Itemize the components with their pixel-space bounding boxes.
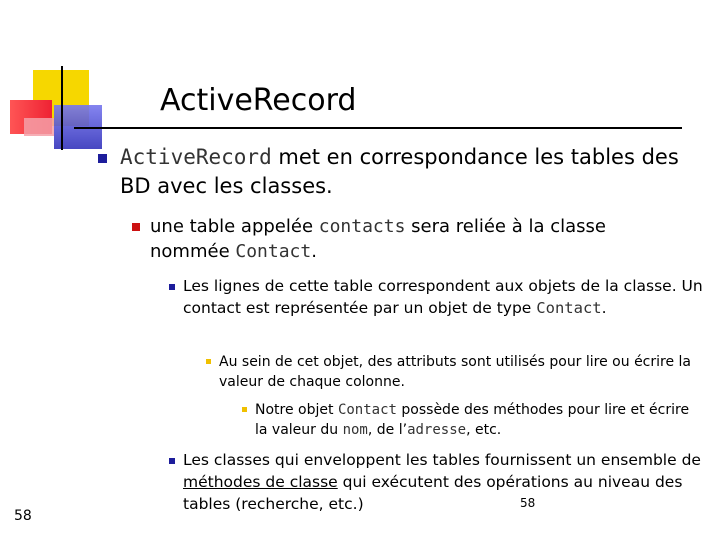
- code-activerecord: ActiveRecord: [120, 145, 272, 169]
- title-underline: [74, 127, 682, 129]
- text-span: .: [601, 299, 607, 317]
- text-span: une table appelée: [150, 216, 319, 237]
- decor-vertical-line: [61, 66, 63, 150]
- code-contact: Contact: [337, 402, 397, 418]
- methodes-de-classe-link[interactable]: méthodes de classe: [183, 473, 338, 491]
- text-span: Notre objet: [255, 402, 338, 418]
- text-span: , etc.: [466, 422, 502, 438]
- bullet-level5-icon: [242, 407, 247, 412]
- bullet-level4-text: Au sein de cet objet, des attributs sont…: [219, 352, 704, 392]
- bullet-level3-icon: [169, 458, 175, 464]
- bullet-level2-icon: [132, 223, 140, 231]
- text-span: , de l’: [367, 422, 408, 438]
- code-contact: Contact: [536, 299, 602, 317]
- decor-pink-square: [24, 118, 54, 136]
- bullet-level1-icon: [98, 154, 107, 163]
- page-number: 58: [14, 508, 32, 524]
- code-contact: Contact: [235, 241, 312, 262]
- bullet-level3-text-rows: Les lignes de cette table correspondent …: [183, 275, 703, 319]
- text-span: Au sein de cet objet, des attributs sont…: [219, 354, 692, 390]
- page-number-overlay: 58: [520, 496, 536, 510]
- text-span: Les classes qui enveloppent les tables f…: [183, 451, 701, 469]
- code-nom: nom: [342, 422, 368, 438]
- code-contacts: contacts: [318, 216, 406, 237]
- bullet-level1-text: ActiveRecord met en correspondance les t…: [120, 143, 695, 201]
- bullet-level4-icon: [206, 359, 211, 364]
- code-adresse: adresse: [407, 422, 467, 438]
- text-span: Les lignes de cette table correspondent …: [183, 277, 703, 317]
- bullet-level3-icon: [169, 284, 175, 290]
- text-span: .: [311, 241, 317, 262]
- slide-title: ActiveRecord: [160, 83, 357, 118]
- bullet-level5-text: Notre objet Contact possède des méthodes…: [255, 400, 695, 440]
- bullet-level2-text: une table appelée contacts sera reliée à…: [150, 214, 690, 264]
- bullet-level3-text-classes: Les classes qui enveloppent les tables f…: [183, 449, 703, 515]
